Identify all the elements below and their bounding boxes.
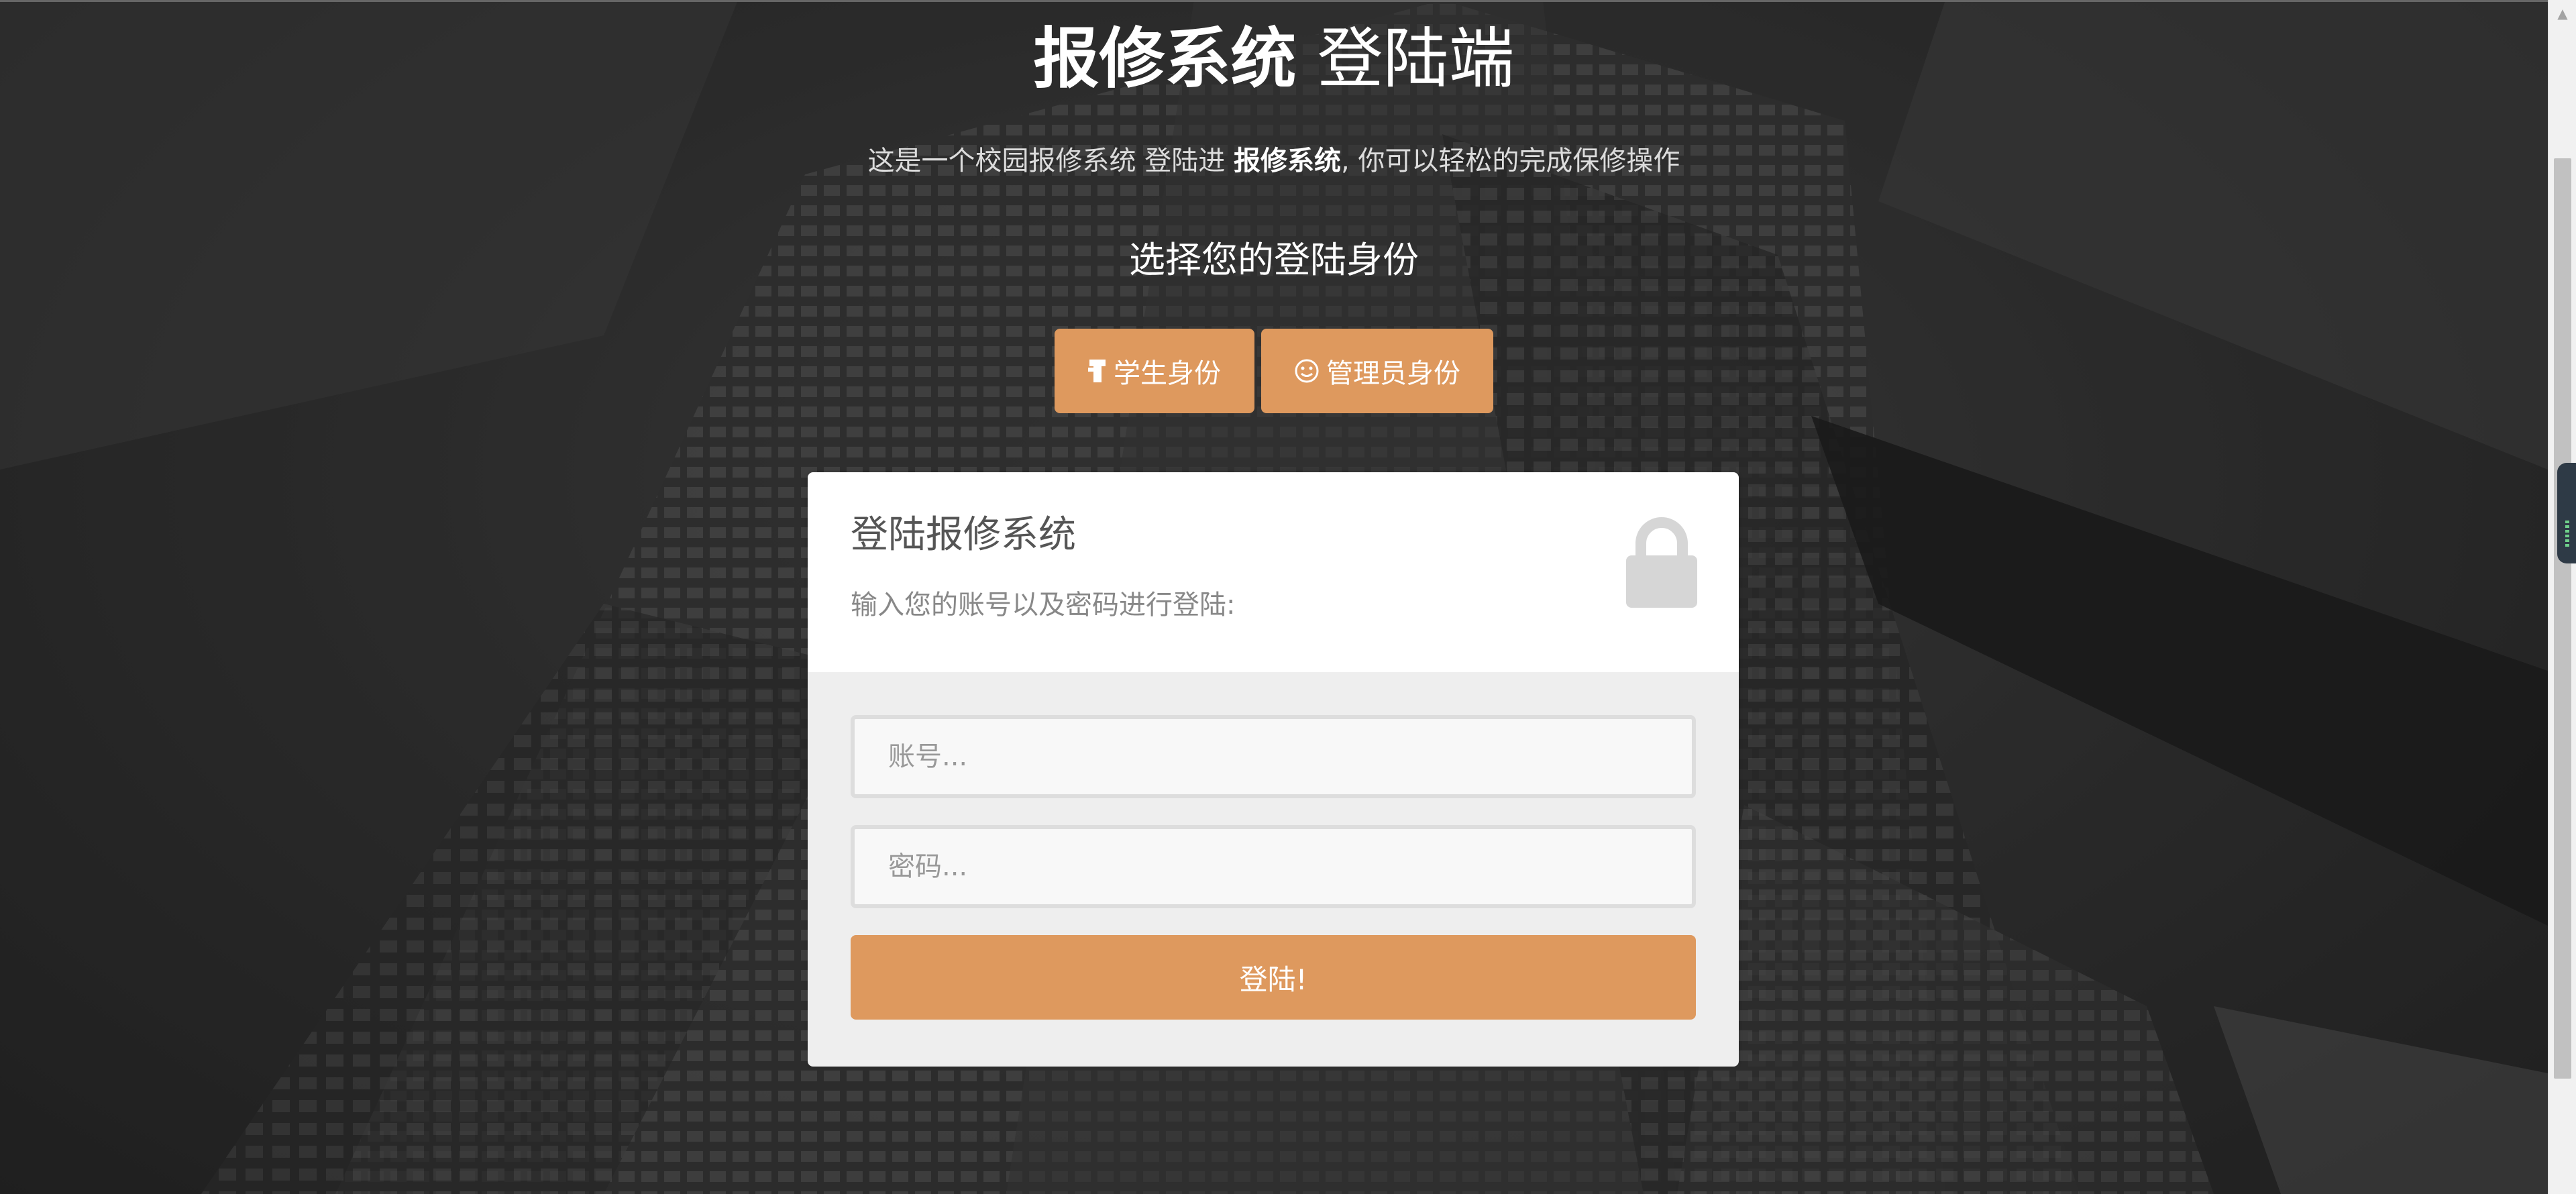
student-role-button[interactable]: 学生身份 xyxy=(1055,329,1254,413)
student-role-label: 学生身份 xyxy=(1114,358,1221,389)
page-title-rest: 登陆端 xyxy=(1296,21,1515,97)
admin-role-label: 管理员身份 xyxy=(1326,358,1460,389)
page-title: 报修系统 登陆端 xyxy=(0,19,2548,99)
top-border xyxy=(0,0,2548,2)
login-card: 登陆报修系统 输入您的账号以及密码进行登陆: 登陆! xyxy=(808,472,1739,1067)
subtitle-text-after: , 你可以轻松的完成保修操作 xyxy=(1341,146,1680,176)
login-card-header: 登陆报修系统 输入您的账号以及密码进行登陆: xyxy=(808,472,1739,672)
vertical-scrollbar[interactable]: ▲ xyxy=(2548,0,2576,1194)
login-button[interactable]: 登陆! xyxy=(851,935,1696,1020)
scrollbar-thumb[interactable] xyxy=(2554,158,2571,1079)
lock-icon xyxy=(1626,515,1697,608)
login-card-description: 输入您的账号以及密码进行登陆: xyxy=(851,590,1236,620)
password-input[interactable] xyxy=(851,825,1696,908)
role-buttons: 学生身份 管理员身份 xyxy=(1055,329,1493,413)
login-form: 登陆! xyxy=(808,672,1739,1067)
account-input[interactable] xyxy=(851,715,1696,798)
subtitle-text-before: 这是一个校园报修系统 登陆进 xyxy=(867,146,1234,176)
student-icon xyxy=(1088,358,1107,384)
page: 报修系统 登陆端 这是一个校园报修系统 登陆进 报修系统, 你可以轻松的完成保修… xyxy=(0,0,2576,1194)
subtitle-text-bold: 报修系统 xyxy=(1234,146,1341,176)
signal-bars-icon xyxy=(2565,521,2569,547)
page-title-bold: 报修系统 xyxy=(1033,21,1297,97)
choose-role-heading: 选择您的登陆身份 xyxy=(1129,239,1419,281)
smiley-icon xyxy=(1294,358,1320,384)
side-widget-tab[interactable] xyxy=(2557,463,2576,563)
admin-role-button[interactable]: 管理员身份 xyxy=(1261,329,1493,413)
scroll-up-arrow-icon[interactable]: ▲ xyxy=(2548,0,2576,27)
login-card-title: 登陆报修系统 xyxy=(851,513,1076,557)
page-subtitle: 这是一个校园报修系统 登陆进 报修系统, 你可以轻松的完成保修操作 xyxy=(0,142,2548,180)
